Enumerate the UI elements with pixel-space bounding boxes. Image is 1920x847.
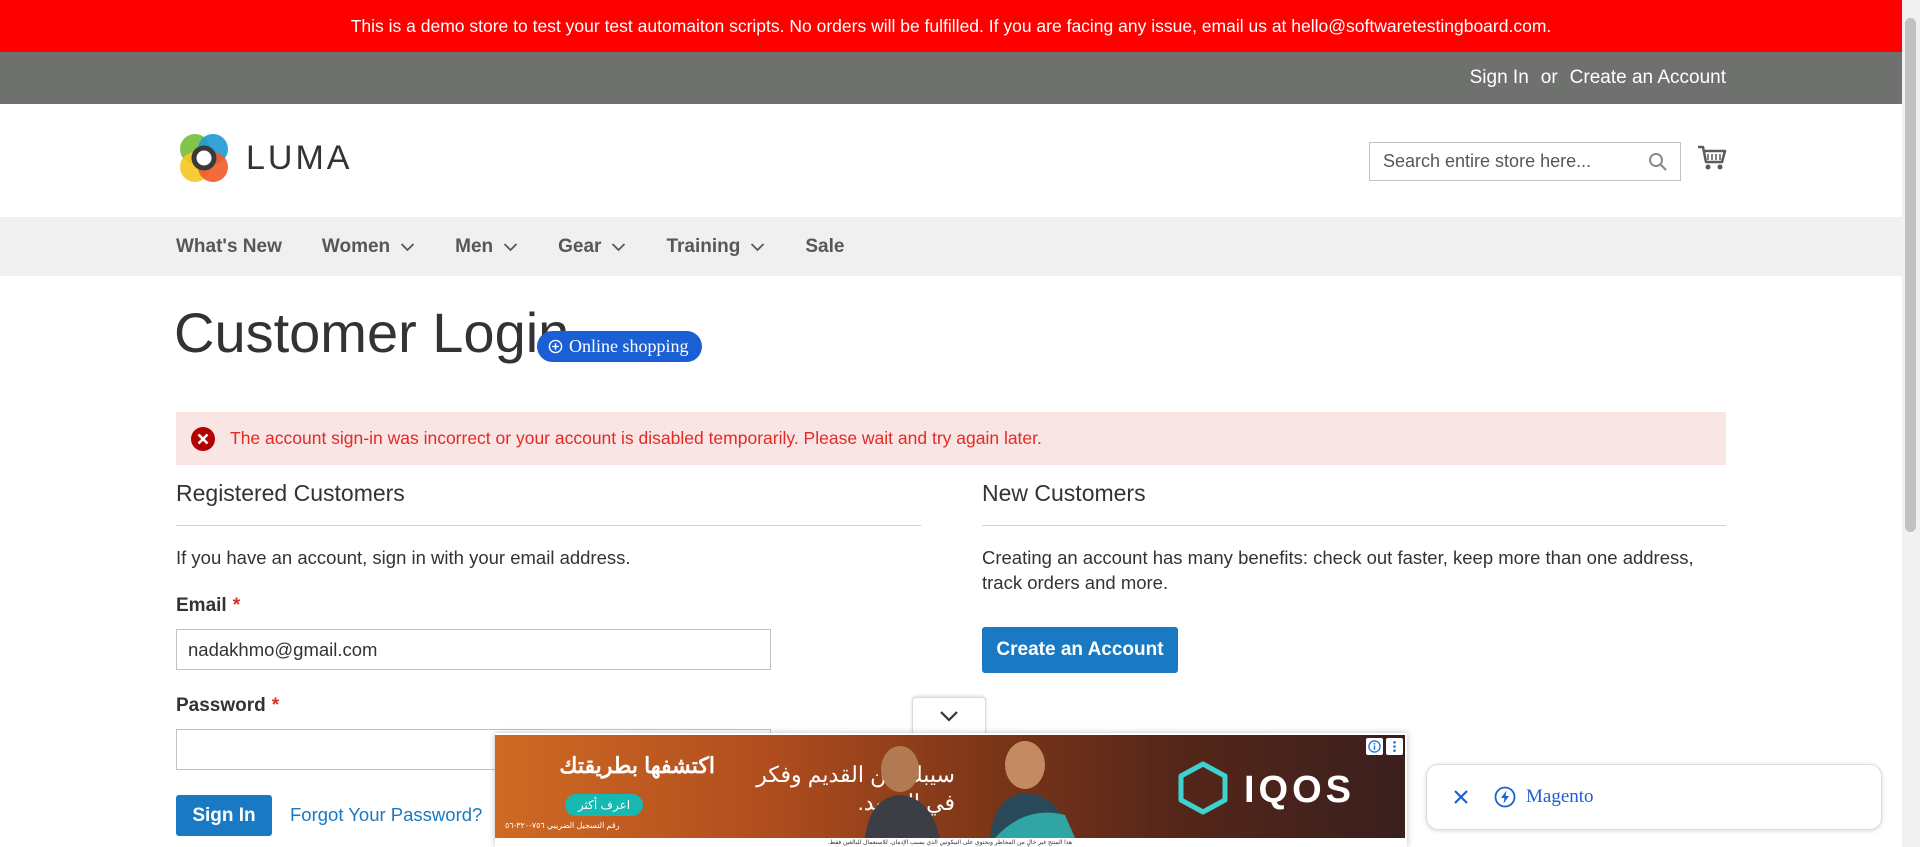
logo[interactable]: LUMA [176,130,352,186]
nav-item-training[interactable]: Training [666,236,765,258]
sign-in-button[interactable]: Sign In [176,795,272,836]
password-label-text: Password [176,695,266,716]
chevron-down-icon [612,242,626,251]
page-title: Customer Login [174,301,570,364]
new-customers-heading: New Customers [982,480,1146,506]
demo-notice-text: This is a demo store to test your test a… [350,15,1552,36]
registered-customers-heading: Registered Customers [176,480,405,506]
error-text: The account sign-in was incorrect or you… [230,428,1042,448]
ad-disclaimer: هذا المنتج غير خالٍ من المخاطر ويحتوي عل… [827,840,1073,846]
password-label: Password * [176,695,279,717]
error-icon [191,426,215,451]
chevron-down-icon [504,242,518,251]
required-mark: * [232,595,241,616]
nav-item-sale[interactable]: Sale [805,236,844,258]
chevron-down-icon [751,242,765,251]
registered-intro: If you have an account, sign in with you… [176,547,631,568]
ad-people-illustration [865,741,1075,838]
ad-banner[interactable]: اكتشفها بطريقتك اعرف أكثر سيبك من القديم… [495,733,1407,847]
scrollbar-thumb[interactable] [1905,18,1916,532]
nav-item-label: Men [455,235,494,257]
cart-button[interactable] [1697,144,1727,177]
or-separator: or [1540,67,1558,88]
close-icon[interactable] [1452,788,1470,806]
create-account-link[interactable]: Create an Account [1570,67,1726,89]
search-icon[interactable] [1648,152,1668,172]
chevron-down-icon [940,711,958,722]
online-shopping-label: Online shopping [569,336,689,356]
nav-item-label: Training [666,235,741,257]
chevron-down-icon [401,242,415,251]
ad-brand: IQOS [1243,769,1355,811]
nav-item-gear[interactable]: Gear [558,236,626,258]
nav-item-label: Sale [805,235,845,257]
divider [176,525,921,526]
search-box [1369,142,1681,181]
divider [982,525,1726,526]
header-panel: Sign In or Create an Account [0,52,1902,104]
email-label-text: Email [176,595,227,616]
nav-item-women[interactable]: Women [322,236,415,258]
new-customers-intro: Creating an account has many benefits: c… [982,547,1694,593]
email-label: Email * [176,595,240,617]
plus-circle-icon [548,339,563,354]
nav-item-what-s-new[interactable]: What's New [176,236,282,258]
forgot-password-link[interactable]: Forgot Your Password? [290,804,482,826]
demo-notice: This is a demo store to test your test a… [0,0,1902,52]
search-input[interactable] [1381,143,1645,180]
iqos-logo-icon [1178,761,1228,815]
main-navigation: What's New Women Men Gear Training Sale [0,217,1902,276]
cart-icon [1698,145,1727,170]
ad-headline: اكتشفها بطريقتك [559,753,715,778]
luma-logo-icon [180,134,228,182]
ad-image[interactable]: اكتشفها بطريقتك اعرف أكثر سيبك من القديم… [495,735,1405,838]
online-shopping-chip[interactable]: Online shopping [537,331,702,362]
magento-chip[interactable]: Magento [1426,764,1882,830]
bolt-icon [1494,786,1516,808]
required-mark: * [271,695,280,716]
sign-in-link[interactable]: Sign In [1470,67,1529,89]
ad-learn-more-button[interactable]: اعرف أكثر [565,794,643,816]
error-message: The account sign-in was incorrect or you… [176,412,1726,465]
ad-collapse-toggle[interactable] [912,697,986,734]
nav-item-men[interactable]: Men [455,236,518,258]
logo-text: LUMA [246,138,353,177]
ad-info-icon[interactable] [1366,738,1383,755]
header-links: Sign In or Create an Account [1470,52,1726,104]
nav-item-label: Women [321,235,391,257]
nav-item-label: What's New [176,235,282,257]
ad-small-print: رقم التسجيل الضريبي ٧٥٦-٣٢٠-٥٦ [505,821,620,830]
create-account-button[interactable]: Create an Account [982,627,1178,673]
magento-label: Magento [1526,786,1594,807]
email-field[interactable] [176,629,771,670]
nav-item-label: Gear [558,235,602,257]
nav-items: What's New Women Men Gear Training Sale [176,217,884,276]
ad-more-options-icon[interactable] [1386,738,1403,755]
